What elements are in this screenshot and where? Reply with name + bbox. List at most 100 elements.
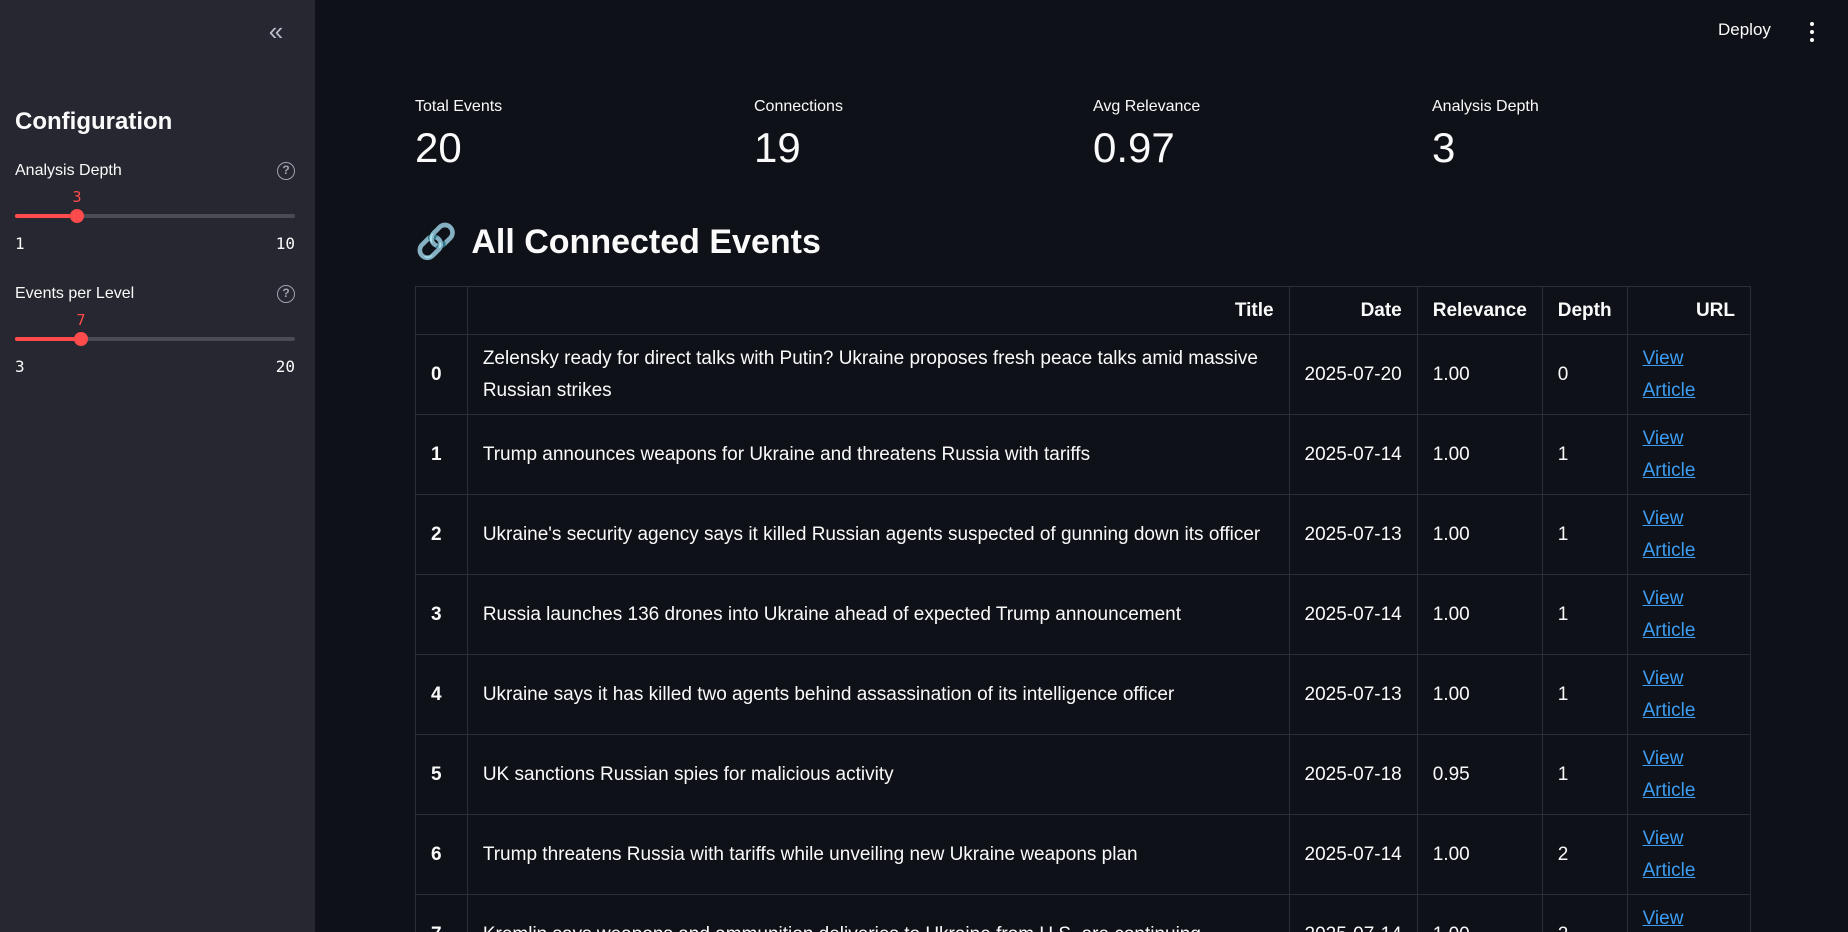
- slider-fill: [15, 214, 77, 218]
- event-url-cell: View Article: [1626, 814, 1752, 895]
- event-url-cell: View Article: [1626, 334, 1752, 415]
- metric-value: 19: [754, 124, 801, 171]
- event-date: 2025-07-13: [1288, 654, 1418, 735]
- main-menu-icon[interactable]: [1802, 18, 1822, 46]
- event-relevance: 1.00: [1416, 494, 1543, 575]
- help-icon[interactable]: ?: [277, 162, 295, 180]
- metric-analysis-depth: Analysis Depth 3: [1432, 98, 1539, 172]
- event-title: Kremlin says weapons and ammunition deli…: [466, 894, 1290, 932]
- metric-total-events: Total Events 20: [415, 98, 502, 172]
- metric-value: 20: [415, 124, 462, 171]
- row-index: 4: [415, 654, 468, 735]
- events-per-level-label: Events per Level: [15, 285, 135, 302]
- event-depth: 0: [1541, 334, 1628, 415]
- view-article-link[interactable]: View Article: [1643, 428, 1696, 481]
- section-heading: 🔗 All Connected Events: [415, 222, 821, 262]
- events-per-level-max: 20: [275, 357, 295, 376]
- table-header-row: Title Date Relevance Depth URL: [415, 286, 1752, 335]
- event-relevance: 1.00: [1416, 574, 1543, 655]
- index-header[interactable]: [415, 286, 468, 335]
- event-date: 2025-07-14: [1288, 894, 1418, 932]
- event-relevance: 1.00: [1416, 814, 1543, 895]
- event-title: UK sanctions Russian spies for malicious…: [466, 734, 1290, 815]
- view-article-link[interactable]: View Article: [1643, 748, 1696, 801]
- metric-label: Total Events: [415, 98, 503, 115]
- analysis-depth-slider[interactable]: [15, 209, 295, 223]
- depth-header[interactable]: Depth: [1541, 286, 1628, 335]
- event-url-cell: View Article: [1626, 414, 1752, 495]
- event-depth: 1: [1541, 494, 1628, 575]
- help-icon[interactable]: ?: [277, 285, 295, 303]
- view-article-link[interactable]: View Article: [1643, 908, 1696, 932]
- event-date: 2025-07-18: [1288, 734, 1418, 815]
- event-title: Russia launches 136 drones into Ukraine …: [466, 574, 1290, 655]
- row-index: 3: [415, 574, 468, 655]
- events-per-level-min: 3: [15, 357, 25, 376]
- event-title: Zelensky ready for direct talks with Put…: [466, 334, 1290, 415]
- relevance-header[interactable]: Relevance: [1416, 286, 1543, 335]
- event-depth: 1: [1541, 734, 1628, 815]
- row-index: 1: [415, 414, 468, 495]
- view-article-link[interactable]: View Article: [1643, 508, 1696, 561]
- url-header[interactable]: URL: [1626, 286, 1752, 335]
- metric-label: Analysis Depth: [1432, 98, 1539, 115]
- view-article-link[interactable]: View Article: [1643, 588, 1696, 641]
- event-depth: 2: [1541, 894, 1628, 932]
- table-row: 2 Ukraine's security agency says it kille…: [415, 494, 1752, 575]
- section-title: All Connected Events: [471, 222, 821, 261]
- view-article-link[interactable]: View Article: [1643, 668, 1696, 721]
- event-relevance: 1.00: [1416, 334, 1543, 415]
- event-depth: 2: [1541, 814, 1628, 895]
- analysis-depth-label: Analysis Depth: [15, 162, 122, 179]
- row-index: 7: [415, 894, 468, 932]
- slider-fill: [15, 337, 81, 341]
- table-row: 1 Trump announces weapons for Ukraine and…: [415, 414, 1752, 495]
- event-title: Trump threatens Russia with tariffs whil…: [466, 814, 1290, 895]
- event-url-cell: View Article: [1626, 574, 1752, 655]
- deploy-button[interactable]: Deploy: [1718, 20, 1771, 40]
- row-index: 2: [415, 494, 468, 575]
- row-index: 0: [415, 334, 468, 415]
- metric-connections: Connections 19: [754, 98, 843, 172]
- metric-value: 0.97: [1093, 124, 1175, 171]
- metric-value: 3: [1432, 124, 1456, 171]
- table-row: 4 Ukraine says it has killed two agents b…: [415, 654, 1752, 735]
- event-relevance: 1.00: [1416, 894, 1543, 932]
- event-depth: 1: [1541, 414, 1628, 495]
- view-article-link[interactable]: View Article: [1643, 828, 1696, 881]
- title-header[interactable]: Title: [466, 286, 1290, 335]
- event-relevance: 0.95: [1416, 734, 1543, 815]
- table-row: 3 Russia launches 136 drones into Ukraine…: [415, 574, 1752, 655]
- sidebar: « Configuration Analysis Depth ? 3 1 10 …: [0, 0, 315, 932]
- event-date: 2025-07-20: [1288, 334, 1418, 415]
- table-row: 5 UK sanctions Russian spies for maliciou…: [415, 734, 1752, 815]
- events-table[interactable]: Title Date Relevance Depth URL 0 Zelensky…: [415, 286, 1752, 932]
- date-header[interactable]: Date: [1288, 286, 1418, 335]
- event-date: 2025-07-13: [1288, 494, 1418, 575]
- collapse-sidebar-icon[interactable]: «: [262, 18, 290, 46]
- event-date: 2025-07-14: [1288, 814, 1418, 895]
- metric-label: Avg Relevance: [1093, 98, 1201, 115]
- metric-label: Connections: [754, 98, 843, 115]
- sidebar-title: Configuration: [15, 108, 173, 135]
- event-depth: 1: [1541, 574, 1628, 655]
- view-article-link[interactable]: View Article: [1643, 348, 1696, 401]
- event-url-cell: View Article: [1626, 654, 1752, 735]
- events-per-level-slider[interactable]: [15, 332, 295, 346]
- event-depth: 1: [1541, 654, 1628, 735]
- events-per-level-value: 7: [76, 311, 86, 329]
- event-url-cell: View Article: [1626, 734, 1752, 815]
- metric-avg-relevance: Avg Relevance 0.97: [1093, 98, 1200, 172]
- row-index: 6: [415, 814, 468, 895]
- analysis-depth-min: 1: [15, 234, 25, 253]
- slider-thumb[interactable]: [70, 209, 84, 223]
- slider-thumb[interactable]: [74, 332, 88, 346]
- event-url-cell: View Article: [1626, 894, 1752, 932]
- table-row: 0 Zelensky ready for direct talks with Pu…: [415, 334, 1752, 415]
- table-row: 6 Trump threatens Russia with tariffs whi…: [415, 814, 1752, 895]
- event-title: Trump announces weapons for Ukraine and …: [466, 414, 1290, 495]
- event-url-cell: View Article: [1626, 494, 1752, 575]
- event-title: Ukraine's security agency says it killed…: [466, 494, 1290, 575]
- row-index: 5: [415, 734, 468, 815]
- analysis-depth-slider-block: Analysis Depth ? 3 1 10: [15, 162, 295, 253]
